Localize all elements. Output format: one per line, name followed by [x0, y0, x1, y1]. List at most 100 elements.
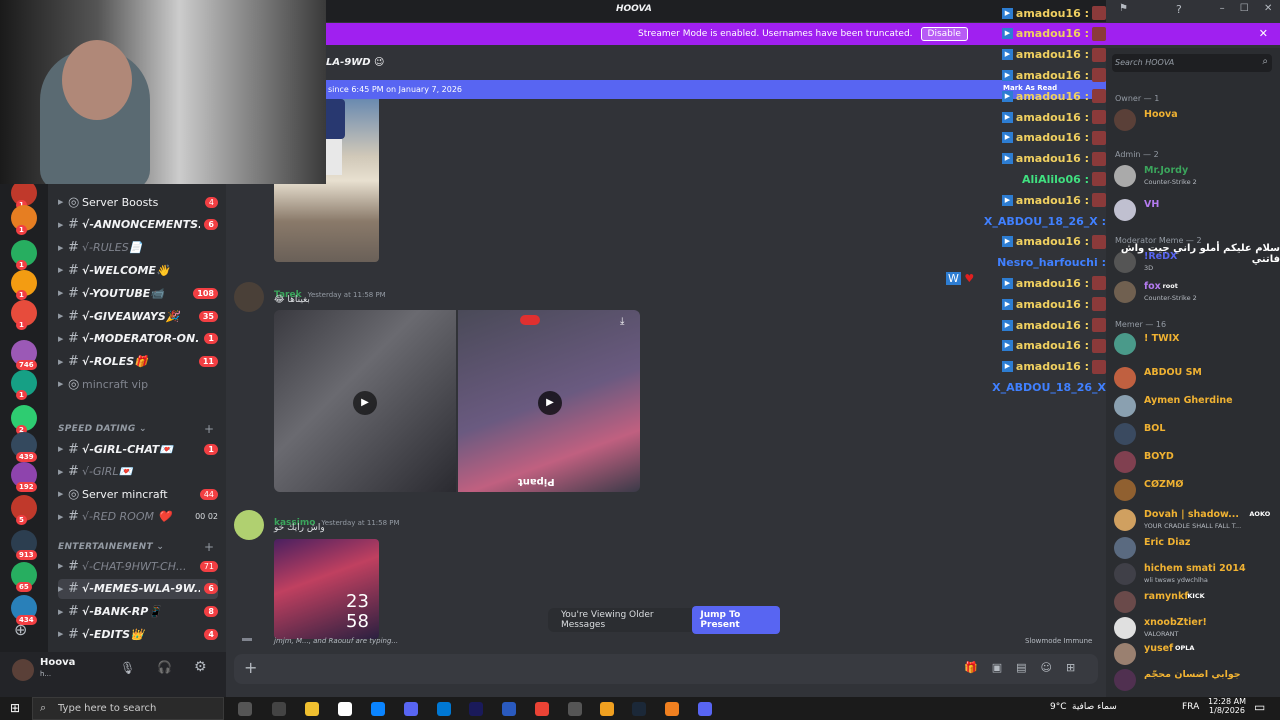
- discord-icon[interactable]: [404, 702, 418, 716]
- channel-item[interactable]: ▶ ◎ mincraft vip: [58, 374, 218, 394]
- gift-icon[interactable]: 🎁: [964, 661, 992, 674]
- download-icon[interactable]: ⤓: [620, 316, 624, 327]
- disable-streamer-button[interactable]: Disable: [920, 27, 968, 41]
- sticker-icon[interactable]: ▤: [1016, 661, 1040, 674]
- clock[interactable]: 12:28 AM 1/8/2026: [1206, 697, 1248, 715]
- emoji-icon[interactable]: ☺: [1041, 661, 1066, 674]
- member-name: hichem smati 2014: [1144, 563, 1246, 574]
- add-channel-icon[interactable]: +: [204, 422, 214, 436]
- channel-item[interactable]: ▶ # √-WELCOME👋: [58, 260, 218, 280]
- help-icon[interactable]: ?: [1176, 3, 1182, 16]
- avatar[interactable]: [234, 510, 264, 540]
- channel-item[interactable]: ▶ # √-ROLES🎁 11: [58, 352, 218, 372]
- member-name: Aymen Gherdine: [1144, 395, 1233, 406]
- maximize-icon[interactable]: ☐: [1240, 3, 1249, 19]
- video-attachment[interactable]: ▶: [274, 310, 456, 492]
- member-item[interactable]: Dovah | shadow... AOKO YOUR CRADLE SHALL F…: [1114, 506, 1280, 534]
- member-item[interactable]: ! TWIX: [1114, 330, 1280, 358]
- task-view-icon[interactable]: [238, 702, 252, 716]
- channel-item[interactable]: ▶ # √-MEMES-WLA-9W... 6: [58, 578, 218, 599]
- emote-icon: [1092, 172, 1106, 187]
- member-item[interactable]: BOL: [1114, 420, 1280, 448]
- close-banner-icon[interactable]: ✕: [1259, 27, 1268, 40]
- notepad-icon[interactable]: [338, 702, 352, 716]
- gif-icon[interactable]: ▣: [992, 661, 1016, 674]
- play-icon[interactable]: ▶: [538, 391, 562, 415]
- add-server-icon[interactable]: ⊕: [14, 620, 27, 639]
- file-explorer-icon[interactable]: [305, 702, 319, 716]
- member-item[interactable]: VH: [1114, 196, 1280, 224]
- weather-temp[interactable]: 9°C: [1050, 702, 1067, 712]
- channel-item[interactable]: ▶ # √-GIRL-CHAT💌 1: [58, 439, 218, 459]
- member-item[interactable]: fox root Counter-Strike 2: [1114, 278, 1280, 306]
- channel-item[interactable]: ▶ ◎ Server mincraft 44: [58, 484, 218, 504]
- app-icon[interactable]: [665, 702, 679, 716]
- channel-item[interactable]: ▶ # √-EDITS👑 4: [58, 624, 218, 644]
- category-speed-dating[interactable]: SPEED DATING ⌄: [58, 424, 147, 434]
- add-channel-icon[interactable]: +: [204, 540, 214, 554]
- message-timestamp: Yesterday at 11:58 PM: [307, 291, 386, 299]
- store-icon[interactable]: [272, 702, 286, 716]
- channel-item[interactable]: ▶ # √-ANNONCEMENTS... 6: [58, 215, 218, 235]
- channel-item[interactable]: ▶ # √-CHAT-9HWT-CH... 71: [58, 556, 218, 576]
- channel-item[interactable]: ▶ # √-MODERATOR-ON... 1: [58, 329, 218, 349]
- channel-item[interactable]: ▶ # √-YOUTUBE📹 108: [58, 283, 218, 303]
- microphone-icon[interactable]: 🎙: [120, 661, 135, 675]
- stream-chat-overlay: ▶ amadou16 : ▶ amadou16 : ▶ amadou16 : ▶ amadou…: [984, 0, 1106, 394]
- member-item[interactable]: CØZMØ: [1114, 476, 1280, 504]
- edge-icon[interactable]: [371, 702, 385, 716]
- typing-dots-icon: [242, 638, 252, 641]
- app-icon[interactable]: [600, 702, 614, 716]
- attachment-image[interactable]: 23 58: [274, 539, 379, 639]
- member-item[interactable]: ABDOU SM: [1114, 364, 1280, 392]
- search-input[interactable]: Search HOOVA ⌕: [1112, 54, 1272, 72]
- obs-icon[interactable]: [568, 702, 582, 716]
- channel-item[interactable]: ▶ # √-GIRL💌: [58, 462, 218, 482]
- headphones-icon[interactable]: 🎧: [157, 660, 172, 674]
- new-messages-bar[interactable]: since 6:45 PM on January 7, 2026 Mark As…: [326, 80, 1106, 99]
- member-item[interactable]: Eric Diaz: [1114, 534, 1280, 562]
- avatar[interactable]: [234, 282, 264, 312]
- member-item[interactable]: Aymen Gherdine: [1114, 392, 1280, 420]
- member-item[interactable]: hichem smati 2014 wli twsws ydwchlha: [1114, 560, 1280, 588]
- close-window-icon[interactable]: ✕: [1264, 3, 1272, 19]
- jump-to-present-button[interactable]: Jump To Present: [692, 606, 780, 634]
- notification-icon[interactable]: ▭: [1254, 700, 1265, 714]
- photoshop-icon[interactable]: [502, 702, 516, 716]
- stream-chat-line: Nesro_harfouchi :: [997, 253, 1106, 273]
- channel-item[interactable]: ▶ # √-GIVEAWAYS🎉 35: [58, 306, 218, 326]
- member-item[interactable]: جوابي اضسان محجّم: [1114, 666, 1280, 694]
- app-icon[interactable]: [698, 702, 712, 716]
- member-item[interactable]: xnoobZtier! VALORANT: [1114, 614, 1280, 642]
- channel-item[interactable]: ▶ # √-RED ROOM ❤️ 00 02: [58, 507, 218, 527]
- video-attachment[interactable]: ▶ Pipant ⤓: [458, 310, 640, 492]
- inbox-icon[interactable]: ⚑: [1119, 3, 1128, 14]
- message-composer[interactable]: + 🎁▣▤☺⊞: [234, 654, 1098, 684]
- apps-icon[interactable]: ⊞: [1066, 661, 1089, 674]
- play-icon[interactable]: ▶: [353, 391, 377, 415]
- category-entertainement[interactable]: ENTERTAINEMENT ⌄: [58, 542, 164, 552]
- member-item[interactable]: ramynkf KICK: [1114, 588, 1280, 616]
- minimize-icon[interactable]: –: [1220, 3, 1225, 19]
- premiere-icon[interactable]: [469, 702, 483, 716]
- member-item[interactable]: Mr.Jordy Counter-Strike 2: [1114, 162, 1280, 190]
- member-item[interactable]: yusef OPLA: [1114, 640, 1280, 668]
- add-attachment-icon[interactable]: +: [244, 658, 257, 677]
- chat-username: amadou16 :: [1015, 318, 1089, 332]
- emote-icon: [1092, 297, 1106, 312]
- avatar: [1114, 367, 1136, 389]
- windows-start-icon[interactable]: ⊞: [10, 701, 20, 715]
- avatar[interactable]: [12, 659, 34, 681]
- steam-icon[interactable]: [632, 702, 646, 716]
- member-item[interactable]: BOYD: [1114, 448, 1280, 476]
- outlook-icon[interactable]: [437, 702, 451, 716]
- channel-item[interactable]: ▶ # √-BANK-RP📱 8: [58, 602, 218, 622]
- settings-gear-icon[interactable]: ⚙: [194, 659, 207, 675]
- emote-icon: [1092, 276, 1106, 291]
- taskbar-search-input[interactable]: ⌕ Type here to search: [32, 697, 224, 720]
- channel-item[interactable]: ▶ # √-RULES📄: [58, 238, 218, 258]
- channel-item[interactable]: ▶ ◎ Server Boosts 4: [58, 192, 218, 212]
- member-item[interactable]: Hoova: [1114, 106, 1280, 134]
- chrome-icon[interactable]: [535, 702, 549, 716]
- keyboard-language[interactable]: FRA: [1182, 702, 1199, 712]
